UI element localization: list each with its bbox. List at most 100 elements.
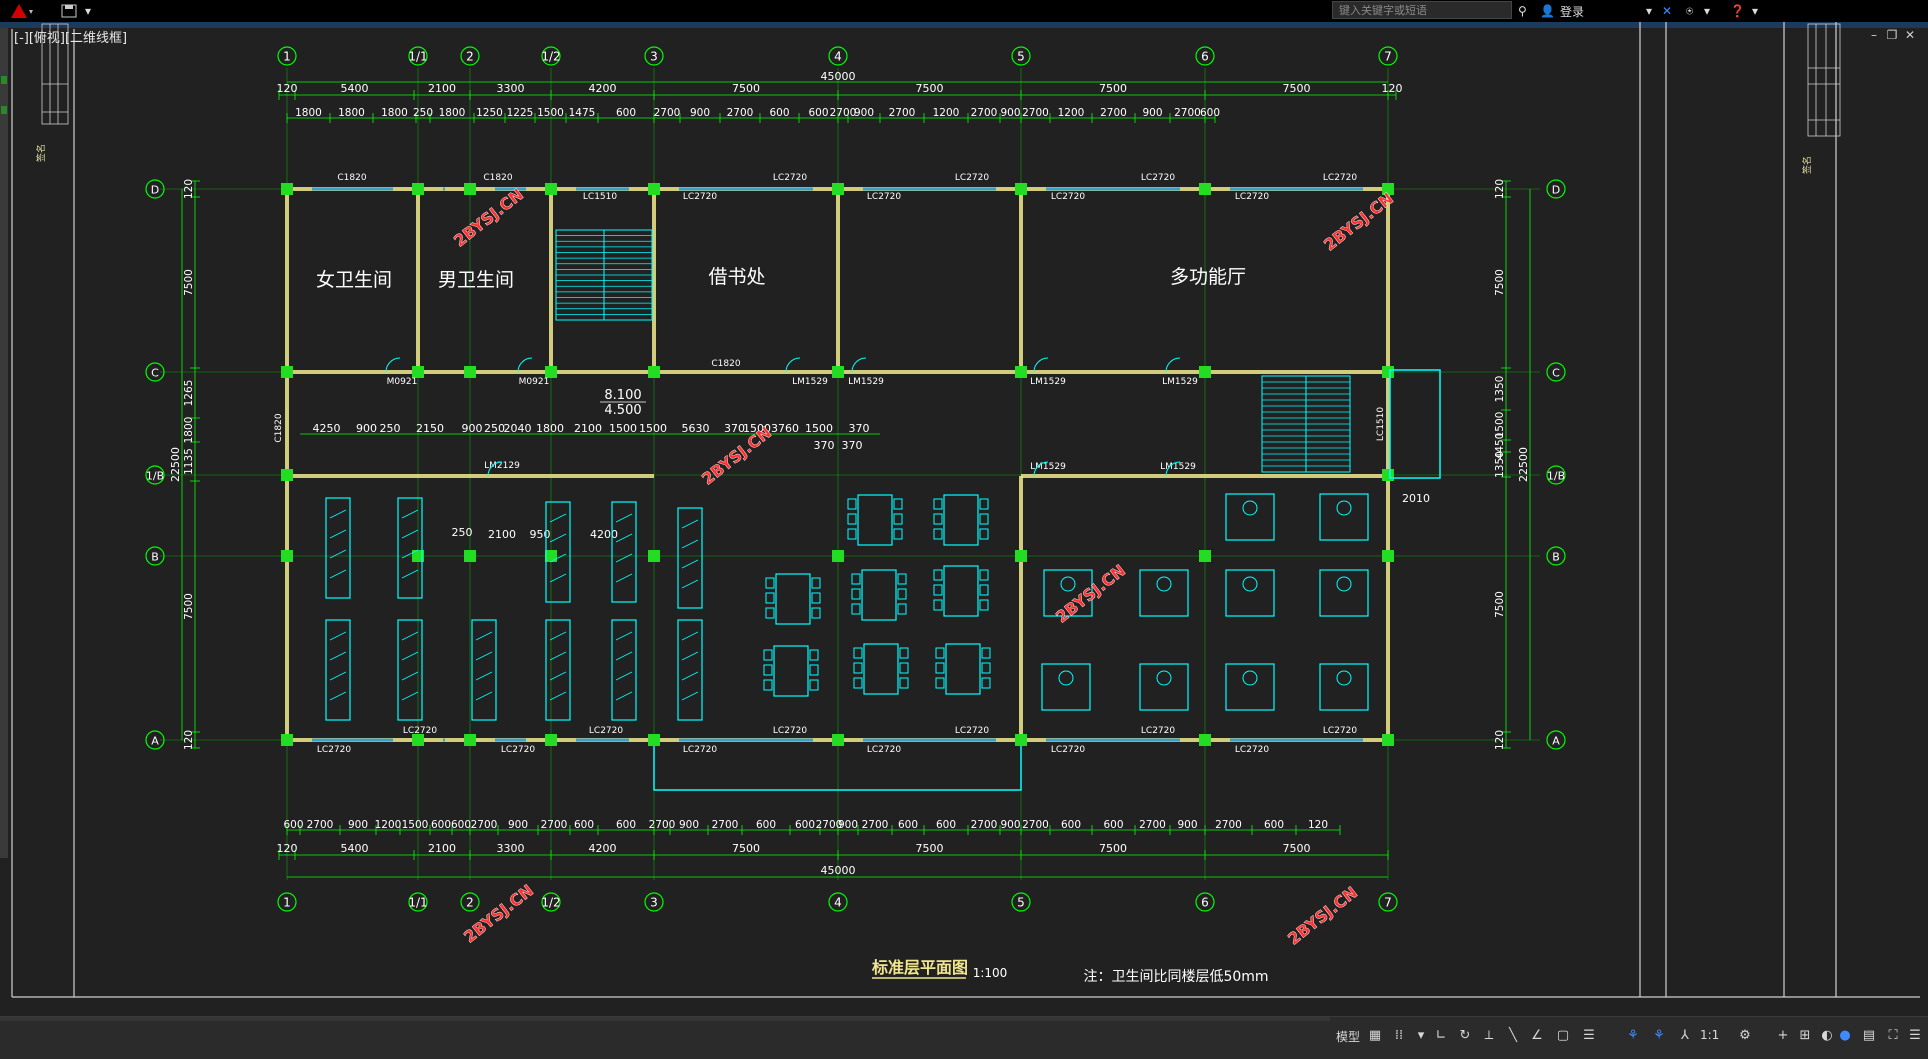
axis-label: 5	[1017, 896, 1025, 910]
axis-label: 6	[1201, 50, 1209, 64]
snap-icon[interactable]: ⁞⁞	[1390, 1026, 1408, 1044]
status-bar: 模型 ▦ ⁞⁞ ▾ ∟ ↻ ⟂ ╲ ∠ ▢ ☰ ⚘ ⚘ ⅄ 1:1 ⚙ + ⊞ …	[0, 1016, 1928, 1059]
dimension-text: 45000	[821, 864, 856, 877]
help-dropdown-icon[interactable]: ▾	[1752, 1, 1758, 21]
login-button[interactable]: 登录	[1560, 1, 1584, 21]
column	[1382, 469, 1394, 481]
column	[1382, 366, 1394, 378]
polar-icon[interactable]: ↻	[1456, 1026, 1474, 1044]
dimension-text: 2700	[862, 819, 889, 831]
window-tag: LC2720	[1235, 745, 1269, 755]
dimension-text: 2700	[1022, 107, 1049, 119]
dimension-text: 2700	[727, 107, 754, 119]
quick-access-save-icon[interactable]	[56, 1, 82, 21]
annotation-scale-icon[interactable]: ⅄	[1676, 1026, 1694, 1044]
dimension-text: 7500	[1283, 842, 1311, 855]
window-tag: LC2720	[589, 726, 623, 736]
annotation-visibility-icon[interactable]: ⚘	[1624, 1026, 1642, 1044]
dimension-text: 120	[183, 730, 195, 750]
dimension-text: 4200	[589, 842, 617, 855]
auto-scale-icon[interactable]: ⚘	[1650, 1026, 1668, 1044]
room-label: 女卫生间	[316, 269, 392, 291]
dimension-text: 120	[1494, 730, 1506, 750]
login-dropdown-icon[interactable]: ▾	[1646, 1, 1652, 21]
title-bar: ▾ 键入关键字或短语 ⚲ 👤 登录 ▾ ✕ ⍟ ▾ ❓ ▾	[0, 0, 1928, 22]
dimension-text: 2700	[649, 819, 676, 831]
dimension-text: 7500	[1494, 269, 1506, 296]
axis-label: 7	[1384, 896, 1392, 910]
grid-icon[interactable]: ▦	[1366, 1026, 1384, 1044]
isodraft-icon[interactable]: ⟂	[1480, 1026, 1498, 1044]
column	[281, 469, 293, 481]
workspace-gear-icon[interactable]: ⚙	[1736, 1026, 1754, 1044]
drawing-note: 注：卫生间比同楼层低50mm	[1083, 969, 1268, 985]
model-space-button[interactable]: 模型	[1336, 1028, 1360, 1045]
level-mark: 8.100	[604, 388, 641, 403]
dimension-text: 1225	[507, 107, 534, 119]
axis-label: D	[151, 184, 159, 197]
dimension-text: 600	[451, 819, 471, 831]
annotation-scale-value[interactable]: 1:1	[1700, 1028, 1719, 1042]
units-icon[interactable]: ⊞	[1796, 1026, 1814, 1044]
dimension-text: 7500	[183, 269, 195, 296]
dimension-text: 950	[530, 528, 551, 541]
title-block-text-right: 签名	[1801, 156, 1813, 174]
dimension-text: 250	[484, 422, 505, 435]
axis-label: 4	[834, 896, 842, 910]
layout-tab-strip[interactable]	[0, 1017, 1330, 1021]
osnap-icon[interactable]: ∠	[1528, 1026, 1546, 1044]
viewport-label[interactable]: [-][俯视][二维线框]	[14, 27, 127, 46]
user-icon[interactable]: 👤	[1540, 1, 1555, 21]
window-tag: LC2720	[955, 726, 989, 736]
dimension-text: 120	[277, 842, 298, 855]
hardware-accel-icon[interactable]: ▤	[1860, 1026, 1878, 1044]
column	[545, 550, 557, 562]
close-drawing-icon[interactable]: ✕	[1902, 28, 1918, 42]
dimension-text: 1800	[439, 107, 466, 119]
2d-osnap-icon[interactable]: ▢	[1554, 1026, 1572, 1044]
window-tag: LC2720	[1141, 173, 1175, 183]
window-tag: LC2720	[317, 745, 351, 755]
app-menu-button[interactable]	[4, 1, 40, 21]
axis-label: 3	[650, 50, 658, 64]
column	[1382, 734, 1394, 746]
dimension-text: 7500	[1099, 82, 1127, 95]
dimension-text: 120	[277, 82, 298, 95]
dimension-text: 370	[724, 422, 745, 435]
column	[1015, 550, 1027, 562]
quick-access-dropdown-icon[interactable]: ▾	[82, 1, 94, 21]
isolate-objects-icon[interactable]: ●	[1836, 1026, 1854, 1044]
dimension-text: 1265	[183, 380, 195, 407]
minimize-drawing-icon[interactable]: –	[1866, 28, 1882, 42]
window-tag: C1820	[483, 173, 512, 183]
dimension-text: 22500	[169, 447, 182, 482]
dimension-text: 4200	[590, 528, 618, 541]
ortho-icon[interactable]: ∟	[1432, 1026, 1450, 1044]
dimension-text: 370	[849, 422, 870, 435]
axis-label: 2	[466, 50, 474, 64]
help-search-input[interactable]: 键入关键字或短语	[1332, 1, 1512, 19]
dimension-text: 7500	[732, 82, 760, 95]
snap-dropdown-icon[interactable]: ▾	[1412, 1026, 1430, 1044]
exchange-icon[interactable]: ✕	[1662, 1, 1672, 21]
drawing-canvas[interactable]: 签名 签名 1 1 1/1 1/1 2 2 1/2 1/2 3 3 4 4 5 5 6 6 7 7 D D C C 1/B 1…	[0, 22, 1928, 1016]
quick-properties-icon[interactable]: ◐	[1818, 1026, 1836, 1044]
door-tag: LM1529	[1162, 377, 1198, 387]
dimension-text: 120	[1308, 819, 1328, 831]
axis-label: 1/B	[146, 470, 164, 483]
restore-drawing-icon[interactable]: ❐	[1884, 28, 1900, 42]
lineweight-icon[interactable]: ☰	[1580, 1026, 1598, 1044]
dimension-text: 600	[769, 107, 789, 119]
a360-dropdown-icon[interactable]: ▾	[1704, 1, 1710, 21]
customize-icon[interactable]: ☰	[1906, 1026, 1924, 1044]
osnap-tracking-icon[interactable]: ╲	[1504, 1026, 1522, 1044]
plus-icon[interactable]: +	[1774, 1026, 1792, 1044]
dimension-text: 5630	[682, 422, 710, 435]
clean-screen-icon[interactable]: ⛶	[1884, 1026, 1902, 1044]
binoculars-icon[interactable]: ⚲	[1518, 1, 1527, 21]
dimension-text: 3300	[497, 82, 525, 95]
a360-icon[interactable]: ⍟	[1686, 1, 1693, 21]
window-tag: LC2720	[683, 745, 717, 755]
dimension-text: 1350	[1494, 376, 1506, 403]
help-icon[interactable]: ❓	[1730, 1, 1745, 21]
